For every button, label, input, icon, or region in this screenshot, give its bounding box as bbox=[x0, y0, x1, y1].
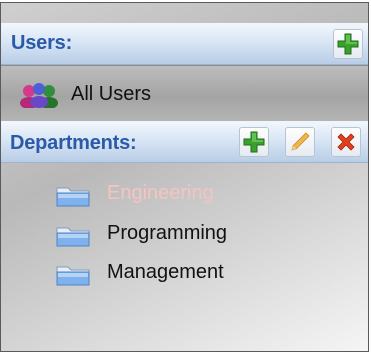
department-label: Management bbox=[107, 261, 224, 283]
all-users-item[interactable]: All Users bbox=[1, 65, 368, 122]
user-department-panel: Users: All Users Departments: Engineerin… bbox=[0, 2, 369, 352]
department-label: Programming bbox=[107, 222, 228, 244]
departments-header-title: Departments: bbox=[10, 132, 137, 154]
department-item-engineering[interactable]: Engineering bbox=[51, 179, 311, 211]
folder-icon bbox=[56, 187, 90, 207]
edit-department-button[interactable] bbox=[285, 127, 315, 157]
plus-icon bbox=[337, 33, 359, 55]
all-users-label: All Users bbox=[71, 83, 152, 105]
users-header-title: Users: bbox=[11, 32, 73, 54]
users-group-icon bbox=[20, 83, 58, 108]
add-department-button[interactable] bbox=[239, 127, 269, 157]
departments-header: Departments: bbox=[1, 121, 368, 163]
department-item-management[interactable]: Management bbox=[51, 258, 311, 290]
x-icon bbox=[337, 133, 355, 151]
users-header: Users: bbox=[1, 23, 368, 65]
folder-icon bbox=[56, 227, 90, 247]
department-item-programming[interactable]: Programming bbox=[51, 219, 311, 251]
department-label: Engineering bbox=[107, 182, 214, 204]
add-user-button[interactable] bbox=[333, 29, 363, 59]
folder-icon bbox=[56, 266, 90, 286]
plus-icon bbox=[243, 131, 265, 153]
delete-department-button[interactable] bbox=[331, 127, 361, 157]
pencil-icon bbox=[291, 132, 310, 151]
